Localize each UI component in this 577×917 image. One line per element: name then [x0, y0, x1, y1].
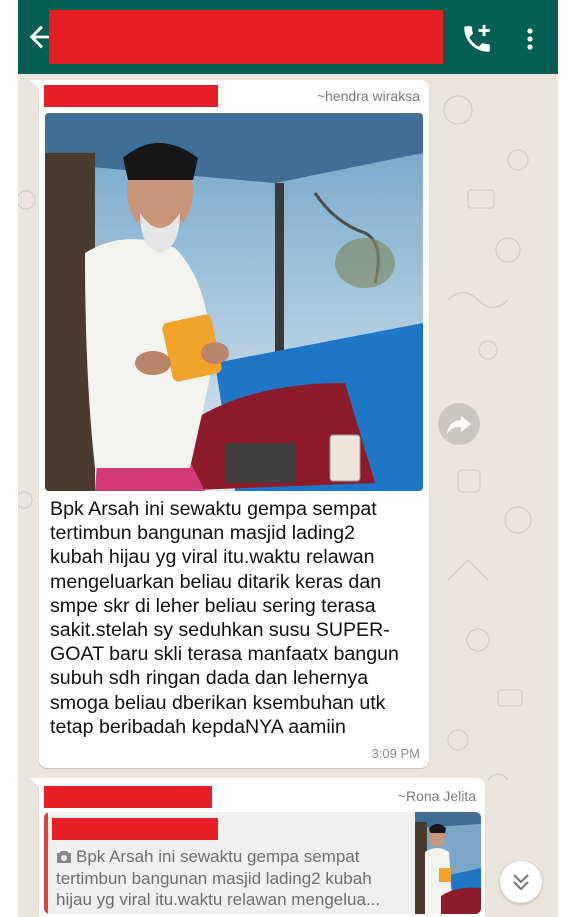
- quoted-text: Bpk Arsah ini sewaktu gempa sempat terti…: [56, 846, 406, 911]
- message-timestamp: 3:09 PM: [371, 746, 420, 761]
- scroll-to-bottom-button[interactable]: [500, 861, 542, 903]
- quoted-sender-redacted: [52, 818, 218, 840]
- quote-accent-bar: [44, 812, 48, 914]
- quoted-line: hijau yg viral itu.waktu relawan mengelu…: [56, 890, 381, 909]
- caption-line: smpe skr di leher beliau sering terasa: [50, 594, 376, 617]
- caption-line: mengeluarkan beliau ditarik keras dan: [50, 570, 382, 593]
- sender-name-redacted: [44, 85, 218, 107]
- sender-name-redacted: [44, 786, 212, 808]
- bubble-tail: [30, 778, 42, 790]
- double-chevron-down-icon: [513, 874, 529, 891]
- message-photo[interactable]: [45, 113, 423, 491]
- more-options-button[interactable]: [518, 22, 542, 56]
- phone-plus-icon: [464, 24, 490, 52]
- caption-line: smoga beliau dberikan ksembuhan utk: [50, 691, 386, 714]
- caption-line: subuh sdh ringan dada dan lehernya: [50, 667, 369, 690]
- app-bar: [18, 0, 558, 74]
- quoted-photo-thumbnail: [415, 812, 481, 914]
- caption-line: Bpk Arsah ini sewaktu gempa sempat: [50, 498, 377, 520]
- sender-push-name: ~Rona Jelita: [397, 788, 476, 804]
- caption-line: GOAT baru skli terasa manfaatx bangun: [50, 643, 399, 666]
- elderly-man-thumbnail: [415, 812, 481, 914]
- caption-line: tetap beribadah kepdaNYA aamiin: [50, 715, 346, 738]
- quoted-line: Bpk Arsah ini sewaktu gempa sempat: [56, 846, 406, 868]
- message-bubble[interactable]: ~Rona Jelita Bpk Arsah ini sewaktu gempa…: [30, 778, 485, 917]
- contact-name-redacted[interactable]: [49, 10, 443, 64]
- quoted-message[interactable]: Bpk Arsah ini sewaktu gempa sempat terti…: [44, 812, 481, 914]
- elderly-man-photo: [45, 113, 423, 491]
- voice-call-button[interactable]: [460, 22, 494, 56]
- quoted-line: tertimbun bangunan masjid lading2 kubah: [56, 868, 372, 888]
- message-bubble[interactable]: ~hendra wiraksa Bpk Arsah ini sewaktu ge…: [30, 80, 429, 768]
- bubble-tail: [30, 80, 42, 92]
- more-vertical-icon: [527, 28, 533, 50]
- caption-line: kubah hijau yg viral itu.waktu relawan: [50, 546, 375, 569]
- caption-line: tertimbun bangunan masjid lading2: [50, 522, 355, 545]
- chat-screen: ~hendra wiraksa Bpk Arsah ini sewaktu ge…: [18, 0, 558, 917]
- sender-push-name: ~hendra wiraksa: [316, 88, 420, 104]
- message-caption: Bpk Arsah ini sewaktu gempa sempat terti…: [50, 497, 415, 739]
- quoted-line-text: Bpk Arsah ini sewaktu gempa sempat: [76, 847, 360, 866]
- camera-icon: [57, 851, 71, 863]
- forward-button[interactable]: [438, 403, 480, 445]
- caption-line: sakit.stelah sy seduhkan susu SUPER-: [50, 619, 390, 642]
- share-arrow-icon: [447, 416, 471, 434]
